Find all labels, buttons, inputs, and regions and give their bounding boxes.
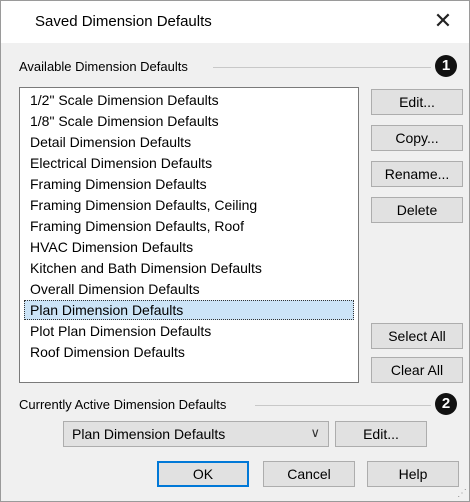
close-icon[interactable]: ✕ [431, 9, 455, 33]
title-bar: Saved Dimension Defaults ✕ [1, 1, 469, 43]
list-item[interactable]: Detail Dimension Defaults [24, 132, 354, 152]
active-defaults-dropdown[interactable]: Plan Dimension Defaults ∨ [63, 421, 329, 447]
dialog-title: Saved Dimension Defaults [35, 13, 212, 30]
available-defaults-list[interactable]: 1/2" Scale Dimension Defaults 1/8" Scale… [19, 87, 359, 383]
clear-all-button[interactable]: Clear All [371, 357, 463, 383]
saved-dimension-defaults-dialog: Saved Dimension Defaults ✕ Available Dim… [0, 0, 470, 502]
list-item[interactable]: Framing Dimension Defaults [24, 174, 354, 194]
list-item[interactable]: 1/8" Scale Dimension Defaults [24, 111, 354, 131]
active-edit-button[interactable]: Edit... [335, 421, 427, 447]
available-group-label: Available Dimension Defaults [19, 59, 192, 74]
list-item[interactable]: Framing Dimension Defaults, Ceiling [24, 195, 354, 215]
list-item-selected[interactable]: Plan Dimension Defaults [24, 300, 354, 320]
cancel-button[interactable]: Cancel [263, 461, 355, 487]
copy-button[interactable]: Copy... [371, 125, 463, 151]
chevron-down-icon: ∨ [310, 425, 320, 440]
callout-badge-1: 1 [435, 55, 457, 77]
callout-badge-2: 2 [435, 393, 457, 415]
rename-button[interactable]: Rename... [371, 161, 463, 187]
delete-button[interactable]: Delete [371, 197, 463, 223]
select-all-button[interactable]: Select All [371, 323, 463, 349]
list-item[interactable]: Overall Dimension Defaults [24, 279, 354, 299]
list-item[interactable]: 1/2" Scale Dimension Defaults [24, 90, 354, 110]
list-item[interactable]: Plot Plan Dimension Defaults [24, 321, 354, 341]
list-item[interactable]: HVAC Dimension Defaults [24, 237, 354, 257]
list-item[interactable]: Framing Dimension Defaults, Roof [24, 216, 354, 236]
resize-grip-icon[interactable]: ⋰ [457, 488, 467, 499]
available-group-divider [213, 67, 431, 68]
edit-button[interactable]: Edit... [371, 89, 463, 115]
ok-button[interactable]: OK [157, 461, 249, 487]
list-item[interactable]: Roof Dimension Defaults [24, 342, 354, 362]
list-item[interactable]: Electrical Dimension Defaults [24, 153, 354, 173]
dropdown-selected-value: Plan Dimension Defaults [72, 426, 226, 442]
active-group-label: Currently Active Dimension Defaults [19, 397, 231, 412]
help-button[interactable]: Help [367, 461, 459, 487]
list-item[interactable]: Kitchen and Bath Dimension Defaults [24, 258, 354, 278]
active-group-divider [255, 405, 431, 406]
